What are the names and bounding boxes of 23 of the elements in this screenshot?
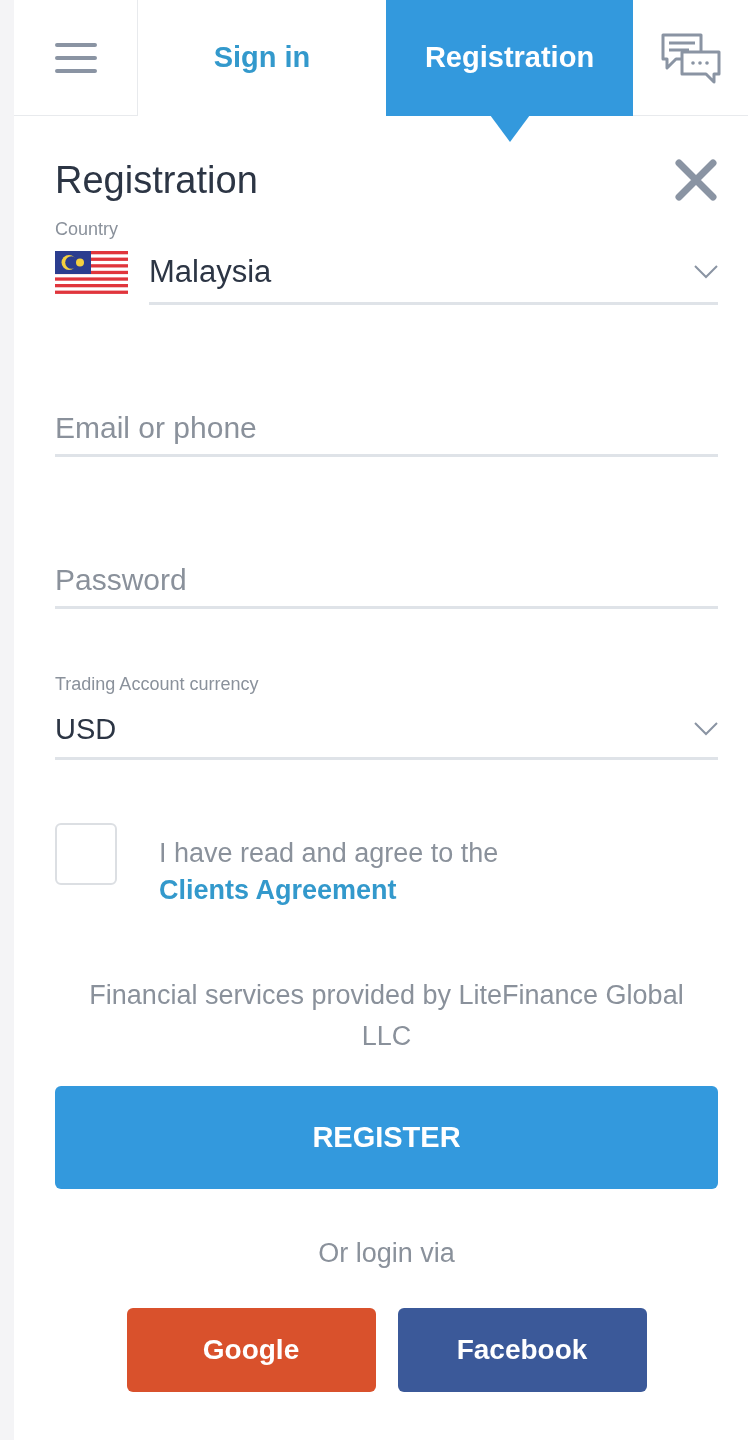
- agreement-checkbox[interactable]: [55, 823, 117, 885]
- tab[interactable]: Registration: [386, 0, 633, 116]
- register-button[interactable]: REGISTER: [55, 1086, 718, 1189]
- social-login-button[interactable]: Facebook: [397, 1307, 647, 1392]
- agreement-text: I have read and agree to the Clients Agreement: [159, 837, 500, 907]
- chevron-down-icon: [694, 722, 718, 737]
- clients-agreement-link[interactable]: Clients Agreement: [159, 875, 397, 905]
- social-login-label: Or login via: [317, 1237, 456, 1270]
- flag-icon: [55, 251, 128, 297]
- currency-select[interactable]: USD: [55, 707, 718, 760]
- tab-pointer: [490, 115, 530, 142]
- disclaimer-text: Financial services provided by LiteFinance Global LLC: [88, 979, 685, 1053]
- email-field[interactable]: Email or phone: [55, 404, 718, 457]
- menu-icon[interactable]: [54, 40, 97, 75]
- field-label: Trading Account currency: [55, 672, 260, 696]
- chat-icon[interactable]: [659, 31, 722, 84]
- password-field[interactable]: Password: [55, 556, 718, 609]
- form-title: Registration: [55, 157, 258, 203]
- field-label: Country: [55, 218, 120, 241]
- chevron-down-icon: [694, 265, 718, 280]
- close-icon[interactable]: [674, 158, 718, 202]
- country-select[interactable]: Malaysia: [149, 249, 718, 305]
- social-login-button[interactable]: Google: [126, 1307, 376, 1392]
